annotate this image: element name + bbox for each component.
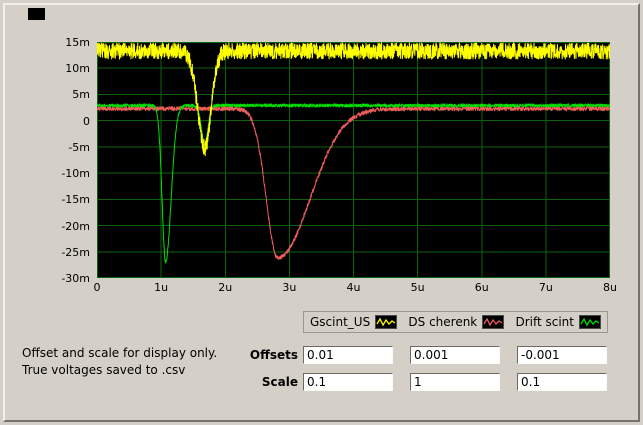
legend-item-drift-scint[interactable]: Drift scint bbox=[515, 315, 601, 329]
y-tick-label: 5m bbox=[72, 88, 90, 101]
x-tick-label: 4u bbox=[334, 281, 374, 294]
offset-input-2[interactable] bbox=[410, 346, 500, 364]
x-tick-label: 2u bbox=[205, 281, 245, 294]
y-axis-labels: 15m10m5m0-5m-10m-15m-20m-25m-30m bbox=[38, 42, 93, 278]
note-line-2: True voltages saved to .csv bbox=[22, 362, 217, 379]
x-tick-label: 7u bbox=[526, 281, 566, 294]
legend-label-gscint-us: Gscint_US bbox=[310, 315, 370, 329]
y-tick-label: -15m bbox=[61, 193, 90, 206]
legend-label-drift-scint: Drift scint bbox=[515, 315, 574, 329]
plot-sample-icon[interactable] bbox=[579, 315, 601, 329]
x-tick-label: 1u bbox=[141, 281, 181, 294]
plot-legend: Gscint_US DS cherenk Drift scint bbox=[303, 311, 608, 333]
legend-label-ds-cherenk: DS cherenk bbox=[408, 315, 477, 329]
x-tick-label: 5u bbox=[398, 281, 438, 294]
plot-sample-icon[interactable] bbox=[482, 315, 504, 329]
y-tick-label: 10m bbox=[65, 62, 90, 75]
x-axis-labels: 01u2u3u4u5u6u7u8u bbox=[97, 281, 610, 295]
y-tick-label: -5m bbox=[68, 141, 90, 154]
scale-input-3[interactable] bbox=[517, 373, 607, 391]
black-indicator bbox=[28, 8, 45, 20]
offset-input-1[interactable] bbox=[303, 346, 393, 364]
y-tick-label: 0 bbox=[83, 115, 90, 128]
y-tick-label: -25m bbox=[61, 246, 90, 259]
legend-item-gscint-us[interactable]: Gscint_US bbox=[310, 315, 397, 329]
labview-front-panel: 15m10m5m0-5m-10m-15m-20m-25m-30m 01u2u3u… bbox=[0, 0, 643, 425]
offsets-label: Offsets bbox=[222, 346, 298, 364]
x-tick-label: 8u bbox=[590, 281, 630, 294]
scale-input-1[interactable] bbox=[303, 373, 393, 391]
scale-input-2[interactable] bbox=[410, 373, 500, 391]
note-line-1: Offset and scale for display only. bbox=[22, 345, 217, 362]
y-tick-label: 15m bbox=[65, 36, 90, 49]
scale-label: Scale bbox=[222, 373, 298, 391]
plot-sample-icon[interactable] bbox=[375, 315, 397, 329]
legend-item-ds-cherenk[interactable]: DS cherenk bbox=[408, 315, 504, 329]
y-tick-label: -10m bbox=[61, 167, 90, 180]
offset-input-3[interactable] bbox=[517, 346, 607, 364]
waveform-graph-plot-area bbox=[97, 42, 610, 278]
waveform-plot-svg bbox=[97, 42, 610, 278]
x-tick-label: 6u bbox=[462, 281, 502, 294]
x-tick-label: 3u bbox=[269, 281, 309, 294]
y-tick-label: -20m bbox=[61, 220, 90, 233]
x-tick-label: 0 bbox=[77, 281, 117, 294]
note-text: Offset and scale for display only. True … bbox=[22, 345, 217, 379]
